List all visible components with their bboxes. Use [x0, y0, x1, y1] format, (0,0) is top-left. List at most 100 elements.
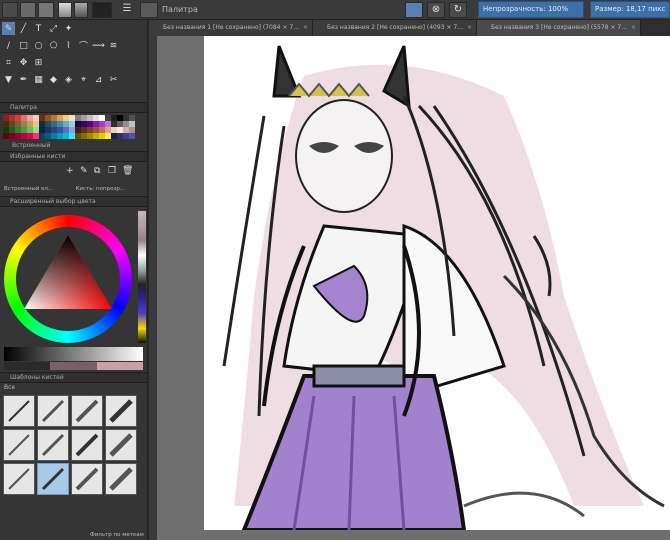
wrap-icon[interactable]: ⊞ [32, 56, 45, 69]
close-icon[interactable]: × [303, 20, 308, 36]
brush-icon[interactable]: ✎ [2, 22, 15, 35]
measure-icon[interactable]: ⊿ [92, 73, 105, 86]
assistant-icon[interactable]: ⌖ [77, 73, 90, 86]
path-icon[interactable]: ⌒ [77, 39, 90, 52]
ellipse-icon[interactable]: ○ [32, 39, 45, 52]
blend-mode-icon[interactable] [140, 2, 158, 18]
edit-icon[interactable]: ✎ [80, 166, 88, 176]
copy-icon[interactable]: ⧉ [94, 166, 100, 176]
crop-icon[interactable]: ⌗ [2, 56, 15, 69]
brush-preset-tile[interactable] [105, 395, 137, 427]
polygon-icon[interactable]: ⬠ [47, 39, 60, 52]
brush-preset-tile[interactable] [71, 429, 103, 461]
preset-label: Палитра [162, 5, 198, 14]
duplicate-icon[interactable]: ❐ [108, 166, 116, 176]
brush-icon [109, 467, 133, 491]
settings-icon[interactable]: ☰ [118, 2, 136, 18]
rectangle-icon[interactable]: □ [17, 39, 30, 52]
opacity-slider[interactable]: Непрозрачность: 100% [478, 1, 584, 18]
eraser-toggle-icon[interactable] [405, 2, 423, 18]
brush-tag-label: Все [4, 384, 16, 391]
brush-icon [8, 400, 30, 422]
toolbox: ✎ ╱ T ⤢ ✦ / □ ○ ⬠ ⌇ ⌒ ⟿ ≋ ⌗ ✥ ⊞ ▼ ✒ ▦ ◆ … [0, 20, 147, 102]
palette-swatches [0, 113, 147, 141]
tab-label: Без названия 3 [Не сохранено] (5578 × 7… [491, 24, 628, 31]
brush-icon [75, 433, 99, 457]
value-slider[interactable] [4, 347, 143, 361]
background-color-icon[interactable] [74, 2, 88, 18]
palette-footer-label: Встроенный [12, 142, 51, 149]
brush-preset-tile[interactable] [37, 463, 69, 495]
smart-patch-icon[interactable]: ◆ [47, 73, 60, 86]
brush-icon [41, 467, 65, 491]
brush-preset-tile[interactable] [71, 395, 103, 427]
tab-label: Без названия 2 [Не сохранено] (4093 × 7… [327, 24, 464, 31]
brush-icon [41, 399, 65, 423]
brush-filter[interactable]: Фильтр по меткам [90, 532, 144, 538]
saturation-triangle[interactable] [16, 227, 120, 331]
brush-preset-tile[interactable] [71, 463, 103, 495]
palette-swatch[interactable] [129, 133, 135, 139]
size-slider[interactable]: Размер: 18,17 пикс [590, 1, 670, 18]
transform-icon[interactable]: ⤢ [47, 22, 60, 35]
brush-icon [75, 399, 99, 423]
color-history-strip[interactable] [138, 211, 146, 343]
swap-colors-icon[interactable] [92, 2, 112, 18]
preset-selectors: Встроенный кл... Кисть: попрозр... [0, 182, 147, 196]
brush-preset-grid [0, 393, 147, 497]
brush-preset-tile[interactable] [3, 429, 35, 461]
brush-icon [75, 467, 99, 491]
tab-document-1[interactable]: Без названия 1 [Не сохранено] (7084 × 7…… [149, 20, 313, 36]
favorites-title: Избранные кисти [10, 153, 66, 160]
brush-presets-title: Шаблоны кистей [10, 374, 64, 381]
brush-preset-tile[interactable] [3, 395, 35, 427]
move-icon[interactable]: ✥ [17, 56, 30, 69]
brush-icon [8, 468, 30, 490]
delete-icon[interactable]: 🗑 [122, 166, 133, 176]
gradient-tool-icon[interactable]: ▦ [32, 73, 45, 86]
fill-icon[interactable]: ▼ [2, 73, 15, 86]
palette-header: Палитра [0, 102, 147, 113]
tab-document-3[interactable]: Без названия 3 [Не сохранено] (5578 × 7…… [477, 20, 641, 36]
brush-preset-tile[interactable] [37, 395, 69, 427]
brush-icon [8, 434, 30, 456]
close-icon[interactable]: × [467, 20, 472, 36]
brush-tag-select[interactable]: Все [0, 383, 147, 393]
text-icon[interactable]: T [32, 22, 45, 35]
ruler-icon[interactable]: ✂ [107, 73, 120, 86]
foreground-color-icon[interactable] [58, 2, 72, 18]
preset-left[interactable]: Встроенный кл... [4, 182, 72, 196]
line-tool-icon[interactable]: ╱ [17, 22, 30, 35]
eyedropper-icon[interactable]: ✒ [17, 73, 30, 86]
polyline-icon[interactable]: ⌇ [62, 39, 75, 52]
brush-preset-tile[interactable] [105, 429, 137, 461]
preset-right[interactable]: Кисть: попрозр... [76, 182, 144, 196]
brush-preset-tile[interactable] [3, 463, 35, 495]
freehand-path-icon[interactable]: ⟿ [92, 39, 105, 52]
tab-label: Без названия 1 [Не сохранено] (7084 × 7… [163, 24, 300, 31]
brush-preset-tile[interactable] [37, 429, 69, 461]
add-icon[interactable]: + [66, 166, 74, 176]
close-icon[interactable]: × [631, 20, 636, 36]
palette-footer[interactable]: Встроенный [0, 141, 147, 151]
brush-preset-icon[interactable] [2, 2, 18, 18]
color-selector[interactable] [0, 207, 147, 347]
palette-title: Палитра [10, 104, 37, 111]
recent-colors[interactable] [4, 362, 143, 370]
colorize-icon[interactable]: ◈ [62, 73, 75, 86]
multibrush-icon[interactable]: ✦ [62, 22, 75, 35]
pattern-icon[interactable] [38, 2, 54, 18]
drawing-canvas[interactable] [204, 36, 670, 530]
dynamic-brush-icon[interactable]: ≋ [107, 39, 120, 52]
line-icon[interactable]: / [2, 39, 15, 52]
tab-document-2[interactable]: Без названия 2 [Не сохранено] (4093 × 7…… [313, 20, 477, 36]
gradient-icon[interactable] [20, 2, 36, 18]
brush-preset-tile[interactable] [105, 463, 137, 495]
lock-alpha-icon[interactable]: ⊗ [427, 2, 445, 18]
favorites-toolbar: + ✎ ⧉ ❐ 🗑 [0, 162, 147, 182]
reload-icon[interactable]: ↻ [449, 2, 467, 18]
brush-icon [41, 433, 65, 457]
canvas-scrollbar[interactable] [149, 36, 157, 540]
brush-icon [109, 399, 133, 423]
brush-presets-header: Шаблоны кистей [0, 372, 147, 383]
